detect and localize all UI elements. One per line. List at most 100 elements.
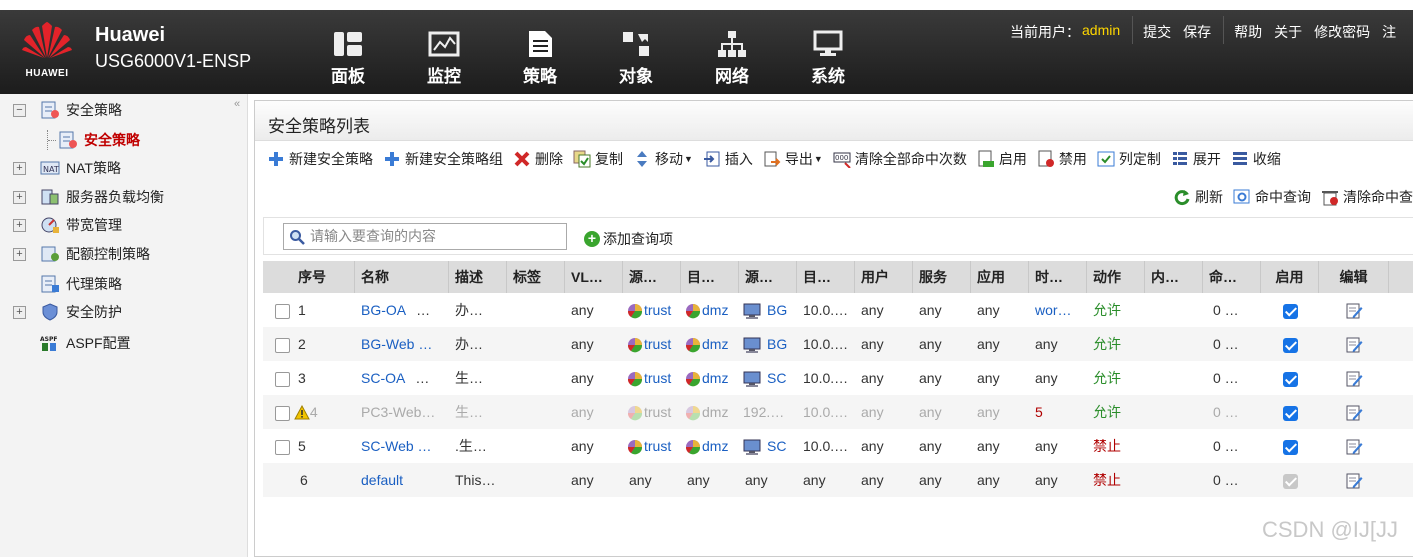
expand-toggle-icon[interactable]: + [13, 218, 26, 232]
add-query-button[interactable]: + 添加查询项 [584, 229, 673, 249]
table-row[interactable]: 2 BG-Web … 办… any trust dmz BG 10.0.… any any any a… [263, 327, 1413, 361]
sidebar-item-bandwidth[interactable]: + 带宽管理 [0, 212, 122, 238]
row-select-checkbox[interactable] [275, 337, 290, 353]
name-cell[interactable]: SC-OA… [355, 361, 449, 395]
col-dst-addr-header[interactable]: 目… [797, 261, 855, 293]
delete-button[interactable]: 删除 [513, 149, 563, 169]
collapse-toggle-icon[interactable]: − [13, 103, 26, 117]
sidebar-item-security-policy-group[interactable]: − 安全策略 [0, 97, 122, 123]
sidebar-item-server-lb[interactable]: + 服务器负载均衡 [0, 184, 164, 210]
name-cell[interactable]: SC-Web … [355, 429, 449, 463]
enable-checkbox[interactable] [1282, 337, 1298, 353]
new-policy-button[interactable]: 新建安全策略 [267, 149, 373, 169]
refresh-button[interactable]: 刷新 [1173, 187, 1223, 207]
col-seq-header[interactable]: 序号 [263, 261, 355, 293]
src-addr-cell[interactable]: BG [739, 327, 797, 361]
col-name-header[interactable]: 名称 [355, 261, 449, 293]
enable-checkbox[interactable] [1282, 439, 1298, 455]
edit-cell[interactable] [1319, 361, 1389, 395]
src-addr-cell[interactable]: 192.… [739, 395, 797, 429]
insert-button[interactable]: 插入 [703, 149, 753, 169]
edit-cell[interactable] [1319, 395, 1389, 429]
row-select-checkbox[interactable] [275, 303, 290, 319]
nav-network[interactable]: 网络 [684, 10, 780, 94]
nav-policy[interactable]: 策略 [492, 10, 588, 94]
edit-cell[interactable] [1319, 463, 1389, 497]
new-policy-group-button[interactable]: 新建安全策略组 [383, 149, 503, 169]
src-zone-cell[interactable]: trust [623, 293, 681, 327]
move-button[interactable]: 移动 ▼ [633, 149, 693, 169]
src-zone-cell[interactable]: trust [623, 429, 681, 463]
name-cell[interactable]: default [355, 463, 449, 497]
table-row[interactable]: 3 SC-OA … 生… any trust dmz SC 10.0.… any any any any… [263, 361, 1413, 395]
help-link[interactable]: 帮助 [1234, 22, 1262, 44]
src-addr-cell[interactable]: SC [739, 429, 797, 463]
about-link[interactable]: 关于 [1274, 22, 1302, 44]
expand-toggle-icon[interactable]: + [13, 190, 26, 204]
table-row[interactable]: 4 PC3-Web… 生… any trust dmz 192.… 10.0.… any any a… [263, 395, 1413, 429]
dst-zone-cell[interactable]: dmz [681, 395, 739, 429]
clear-hit-query-button[interactable]: 清除命中查 [1321, 187, 1413, 207]
save-link[interactable]: 保存 [1183, 22, 1211, 44]
edit-cell[interactable] [1319, 293, 1389, 327]
col-time-header[interactable]: 时… [1029, 261, 1087, 293]
disable-button[interactable]: 禁用 [1037, 149, 1087, 169]
name-cell[interactable]: BG-Web … [355, 327, 449, 361]
sidebar-item-security-protection[interactable]: + 安全防护 [0, 299, 122, 325]
change-password-link[interactable]: 修改密码 [1314, 22, 1370, 44]
enable-checkbox[interactable] [1282, 405, 1298, 421]
expand-toggle-icon[interactable]: + [13, 161, 26, 175]
nav-dashboard[interactable]: 面板 [300, 10, 396, 94]
col-app-header[interactable]: 应用 [971, 261, 1029, 293]
src-zone-cell[interactable]: trust [623, 395, 681, 429]
expand-toggle-icon[interactable]: + [13, 247, 26, 261]
collapse-button[interactable]: 收缩 [1231, 149, 1281, 169]
col-content-header[interactable]: 内… [1145, 261, 1203, 293]
collapse-sidebar-icon[interactable]: « [234, 98, 240, 110]
col-dst-zone-header[interactable]: 目… [681, 261, 739, 293]
col-edit-header[interactable]: 编辑 [1319, 261, 1389, 293]
col-desc-header[interactable]: 描述 [449, 261, 507, 293]
dst-zone-cell[interactable]: dmz [681, 361, 739, 395]
col-hits-header[interactable]: 命… [1203, 261, 1261, 293]
policy-name[interactable]: BG-OA [361, 302, 406, 318]
nav-system[interactable]: 系统 [780, 10, 876, 94]
clear-all-hits-button[interactable]: 000 清除全部命中次数 [833, 149, 967, 169]
submit-link[interactable]: 提交 [1143, 22, 1171, 44]
policy-name[interactable]: SC-OA [361, 370, 405, 386]
search-input[interactable]: 请输入要查询的内容 [283, 223, 567, 250]
logout-link[interactable]: 注 [1382, 22, 1396, 44]
dst-zone-cell[interactable]: dmz [681, 429, 739, 463]
hit-query-button[interactable]: 命中查询 [1233, 187, 1311, 207]
enable-checkbox[interactable] [1282, 371, 1298, 387]
policy-name[interactable]: SC-Web … [361, 438, 432, 454]
col-src-zone-header[interactable]: 源… [623, 261, 681, 293]
sidebar-item-security-policy[interactable]: 安全策略 [0, 127, 140, 153]
src-zone-cell[interactable]: trust [623, 327, 681, 361]
sidebar-item-quota[interactable]: + 配额控制策略 [0, 241, 150, 267]
copy-button[interactable]: 复制 [573, 149, 623, 169]
edit-cell[interactable] [1319, 429, 1389, 463]
column-customize-button[interactable]: 列定制 [1097, 149, 1161, 169]
expand-button[interactable]: 展开 [1171, 149, 1221, 169]
src-addr-cell[interactable]: SC [739, 361, 797, 395]
sidebar-item-proxy[interactable]: 代理策略 [0, 271, 122, 297]
row-select-checkbox[interactable] [275, 405, 290, 421]
src-zone-cell[interactable]: trust [623, 361, 681, 395]
sidebar-item-aspf[interactable]: ASPF ASPF配置 [0, 330, 131, 356]
row-select-checkbox[interactable] [275, 439, 290, 455]
sidebar-item-nat-policy[interactable]: + NAT NAT策略 [0, 155, 121, 181]
src-addr-cell[interactable]: BG [739, 293, 797, 327]
policy-name[interactable]: BG-Web … [361, 336, 432, 352]
dst-zone-cell[interactable]: dmz [681, 327, 739, 361]
name-cell[interactable]: BG-OA… [355, 293, 449, 327]
policy-name[interactable]: PC3-Web… [361, 404, 435, 420]
enable-button[interactable]: 启用 [977, 149, 1027, 169]
nav-monitor[interactable]: 监控 [396, 10, 492, 94]
col-user-header[interactable]: 用户 [855, 261, 913, 293]
name-cell[interactable]: PC3-Web… [355, 395, 449, 429]
col-tag-header[interactable]: 标签 [507, 261, 565, 293]
table-row[interactable]: 1 BG-OA … 办… any trust dmz BG 10.0.… any any any wor… [263, 293, 1413, 327]
enable-checkbox[interactable] [1282, 303, 1298, 319]
expand-toggle-icon[interactable]: + [13, 305, 26, 319]
